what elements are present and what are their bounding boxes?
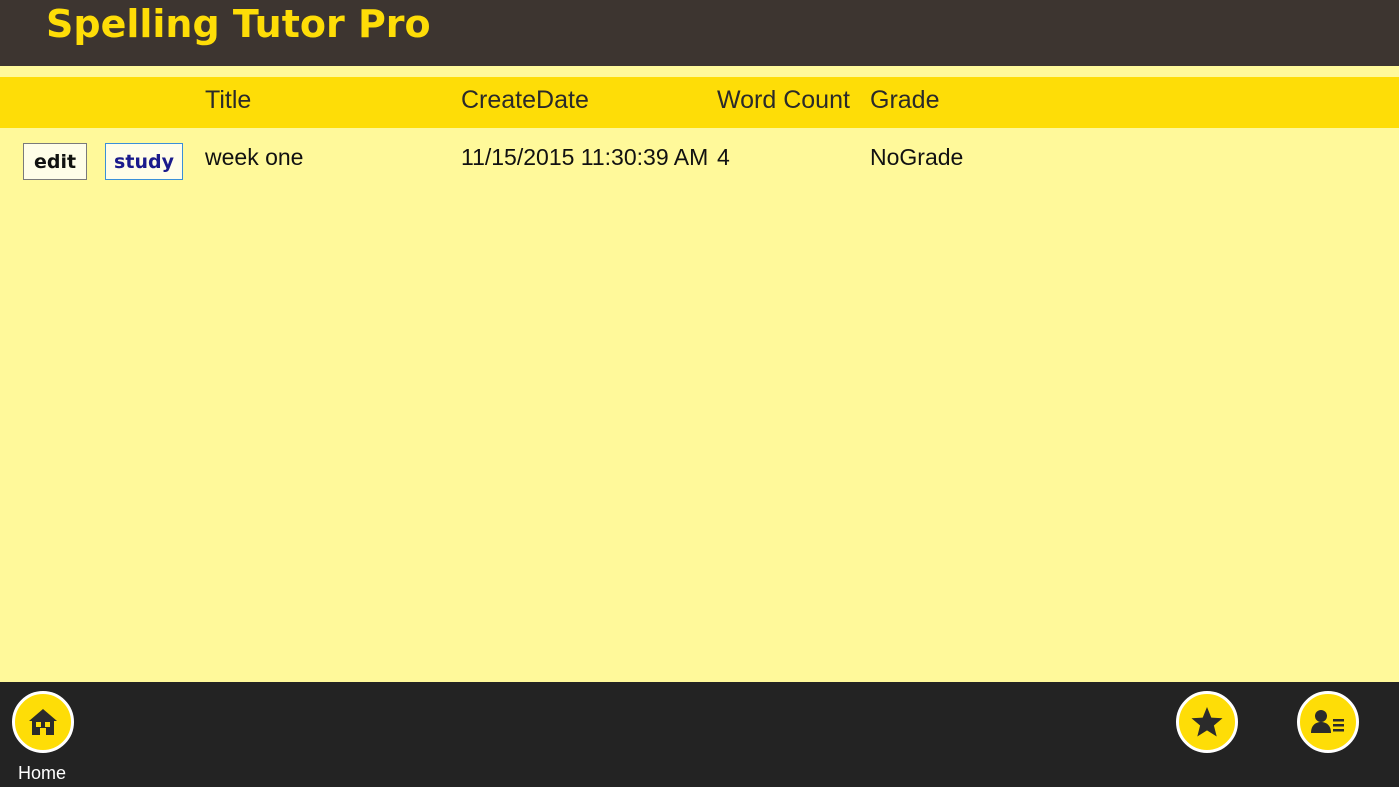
title-gap: [0, 66, 1399, 77]
home-button[interactable]: [12, 691, 74, 753]
column-header-createdate: CreateDate: [461, 86, 589, 114]
column-header-title: Title: [205, 86, 252, 114]
home-label: Home: [18, 763, 67, 783]
edit-button[interactable]: edit: [23, 143, 87, 180]
title-bar: Spelling Tutor Pro: [0, 0, 1399, 66]
row-word-count: 4: [717, 144, 730, 170]
contact-button[interactable]: [1297, 691, 1359, 753]
contact-card-icon: [1310, 708, 1346, 736]
row-create-date: 11/15/2015 11:30:39 AM: [461, 144, 709, 170]
star-icon: [1190, 705, 1224, 739]
column-header-grade: Grade: [870, 86, 940, 114]
table-header: Title CreateDate Word Count Grade: [0, 77, 1399, 128]
favorite-button[interactable]: [1176, 691, 1238, 753]
column-header-word-count: Word Count: [717, 86, 850, 114]
row-grade: NoGrade: [870, 144, 964, 170]
app-bar: Home: [0, 682, 1399, 787]
row-title: week one: [205, 144, 304, 170]
study-button[interactable]: study: [105, 143, 183, 180]
home-icon: [27, 706, 59, 738]
app-title: Spelling Tutor Pro: [46, 2, 431, 46]
table-row: edit study week one 11/15/2015 11:30:39 …: [0, 128, 1399, 188]
word-list-table: edit study week one 11/15/2015 11:30:39 …: [0, 128, 1399, 682]
